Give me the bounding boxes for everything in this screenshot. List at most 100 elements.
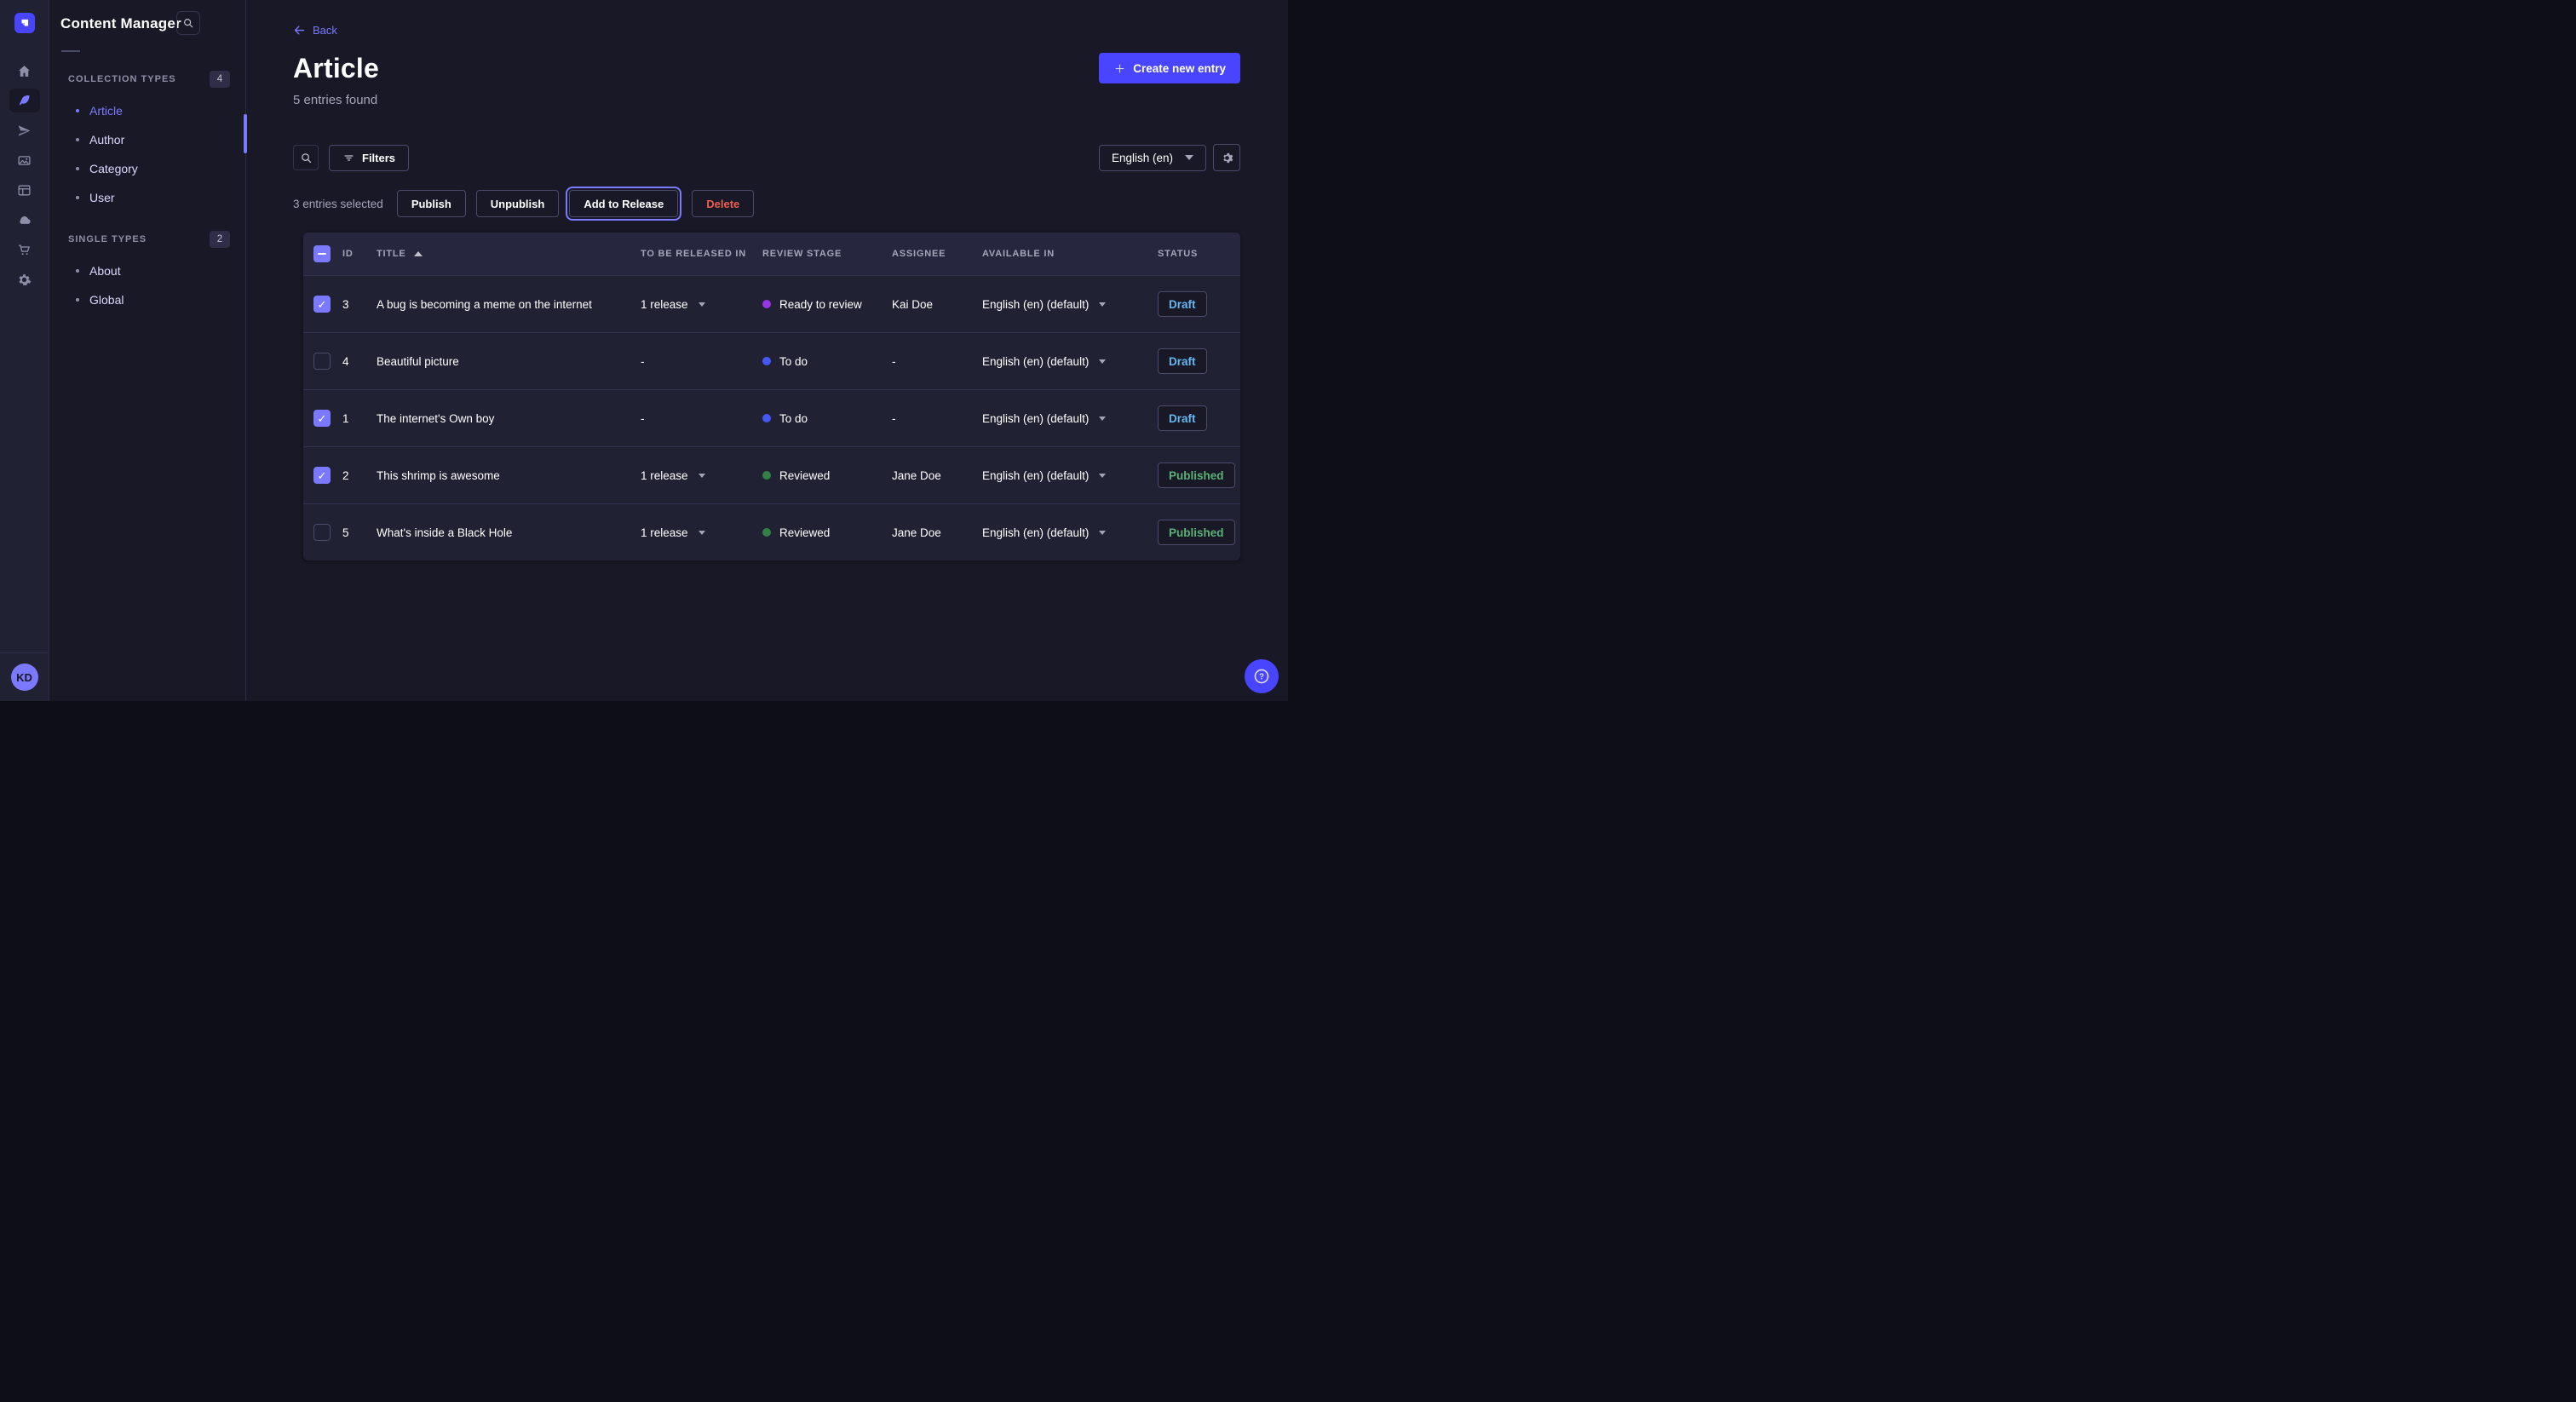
locale-select[interactable]: English (en) (1099, 145, 1206, 171)
column-header-assignee[interactable]: ASSIGNEE (892, 249, 969, 259)
column-header-stage[interactable]: REVIEW STAGE (762, 249, 892, 259)
cell-title: What's inside a Black Hole (377, 526, 641, 539)
main-content: Back Article 5 entries found Create new … (246, 0, 1288, 701)
single-types-count-badge: 2 (210, 231, 230, 248)
column-header-release[interactable]: TO BE RELEASED IN (641, 249, 762, 259)
sidebar-item-author[interactable]: Author (49, 125, 245, 154)
column-header-locale[interactable]: AVAILABLE IN (969, 249, 1158, 259)
plus-icon (1113, 62, 1126, 75)
cell-title: A bug is becoming a meme on the internet (377, 298, 641, 311)
create-new-entry-button[interactable]: Create new entry (1099, 53, 1240, 83)
delete-button[interactable]: Delete (692, 190, 754, 217)
cell-title: Beautiful picture (377, 355, 641, 368)
collection-types-label: COLLECTION TYPES (68, 74, 176, 84)
sidebar-item-label: Category (89, 162, 138, 175)
cell-release[interactable]: - (641, 412, 762, 425)
stage-dot-icon (762, 357, 771, 365)
unpublish-button[interactable]: Unpublish (476, 190, 560, 217)
marketplace-cart-icon[interactable] (9, 238, 40, 261)
cell-review-stage: To do (762, 412, 892, 425)
bullet-icon (76, 167, 79, 170)
stage-dot-icon (762, 471, 771, 480)
toolbar: Filters English (en) (293, 144, 1240, 171)
cell-locale[interactable]: English (en) (default) (969, 526, 1158, 539)
chevron-down-icon (699, 531, 705, 535)
row-checkbox[interactable] (313, 524, 331, 541)
subnav-title: Content Manager (60, 15, 181, 32)
sort-ascending-icon (414, 251, 423, 256)
cell-release[interactable]: - (641, 355, 762, 368)
cell-review-stage: To do (762, 355, 892, 368)
select-all-checkbox[interactable] (313, 245, 331, 262)
sidebar-item-about[interactable]: About (49, 256, 245, 285)
row-checkbox[interactable] (313, 353, 331, 370)
chevron-down-icon (699, 474, 705, 478)
content-manager-subnav: Content Manager COLLECTION TYPES 4 Artic… (49, 0, 246, 701)
status-badge: Published (1158, 463, 1235, 488)
cell-release[interactable]: 1 release (641, 469, 762, 482)
sidebar-item-article[interactable]: Article (49, 96, 245, 125)
home-icon[interactable] (9, 59, 40, 83)
table-row[interactable]: 5 What's inside a Black Hole 1 release R… (303, 503, 1240, 560)
selection-actions: 3 entries selected Publish Unpublish Add… (293, 190, 1240, 217)
cell-title: This shrimp is awesome (377, 469, 641, 482)
bullet-icon (76, 196, 79, 199)
cloud-icon[interactable] (9, 208, 40, 232)
back-link[interactable]: Back (293, 24, 337, 37)
subnav-search-button[interactable] (176, 11, 200, 35)
table-row[interactable]: 4 Beautiful picture - To do - English (e… (303, 332, 1240, 389)
page-title: Article (293, 53, 379, 84)
row-checkbox[interactable] (313, 467, 331, 484)
view-settings-button[interactable] (1213, 144, 1240, 171)
sidebar-item-user[interactable]: User (49, 183, 245, 212)
row-checkbox[interactable] (313, 296, 331, 313)
releases-icon[interactable] (9, 118, 40, 142)
column-header-title[interactable]: TITLE (377, 249, 641, 259)
filter-icon (342, 152, 355, 164)
entries-table: ID TITLE TO BE RELEASED IN REVIEW STAGE … (303, 233, 1240, 560)
subnav-divider (61, 50, 80, 52)
cell-assignee: Jane Doe (892, 526, 969, 539)
search-button[interactable] (293, 145, 319, 170)
app-window: KD Content Manager COLLECTION TYPES 4 Ar… (0, 0, 1288, 701)
back-arrow-icon (293, 24, 306, 37)
cell-review-stage: Reviewed (762, 469, 892, 482)
cell-locale[interactable]: English (en) (default) (969, 298, 1158, 311)
column-header-status[interactable]: STATUS (1158, 249, 1240, 259)
table-row[interactable]: 2 This shrimp is awesome 1 release Revie… (303, 446, 1240, 503)
table-row[interactable]: 1 The internet's Own boy - To do - Engli… (303, 389, 1240, 446)
cell-release[interactable]: 1 release (641, 298, 762, 311)
cell-release[interactable]: 1 release (641, 526, 762, 539)
sidebar-item-label: Article (89, 104, 123, 118)
strapi-logo-icon (19, 17, 31, 29)
svg-text:?: ? (1259, 673, 1264, 682)
cell-locale[interactable]: English (en) (default) (969, 412, 1158, 425)
chevron-down-icon (1099, 302, 1106, 307)
publish-button[interactable]: Publish (397, 190, 466, 217)
cell-locale[interactable]: English (en) (default) (969, 469, 1158, 482)
single-types-section: SINGLE TYPES 2 About Global (49, 231, 245, 314)
cell-assignee: - (892, 412, 969, 425)
sidebar-item-category[interactable]: Category (49, 154, 245, 183)
bullet-icon (76, 109, 79, 112)
settings-gear-icon[interactable] (9, 267, 40, 291)
table-row[interactable]: 3 A bug is becoming a meme on the intern… (303, 275, 1240, 332)
sidebar-item-global[interactable]: Global (49, 285, 245, 314)
strapi-logo[interactable] (14, 13, 35, 33)
user-avatar[interactable]: KD (11, 664, 38, 691)
cell-id: 3 (342, 298, 377, 311)
add-to-release-button[interactable]: Add to Release (569, 190, 678, 217)
filters-button[interactable]: Filters (329, 145, 409, 171)
sidebar-item-label: Author (89, 133, 124, 147)
question-mark-icon: ? (1252, 667, 1271, 686)
cell-locale[interactable]: English (en) (default) (969, 355, 1158, 368)
media-library-icon[interactable] (9, 148, 40, 172)
row-checkbox[interactable] (313, 410, 331, 427)
help-button[interactable]: ? (1245, 659, 1279, 693)
content-type-builder-icon[interactable] (9, 178, 40, 202)
cell-id: 5 (342, 526, 377, 539)
content-manager-icon[interactable] (9, 89, 40, 112)
status-badge: Draft (1158, 348, 1207, 374)
column-header-id[interactable]: ID (342, 249, 377, 259)
cell-id: 2 (342, 469, 377, 482)
